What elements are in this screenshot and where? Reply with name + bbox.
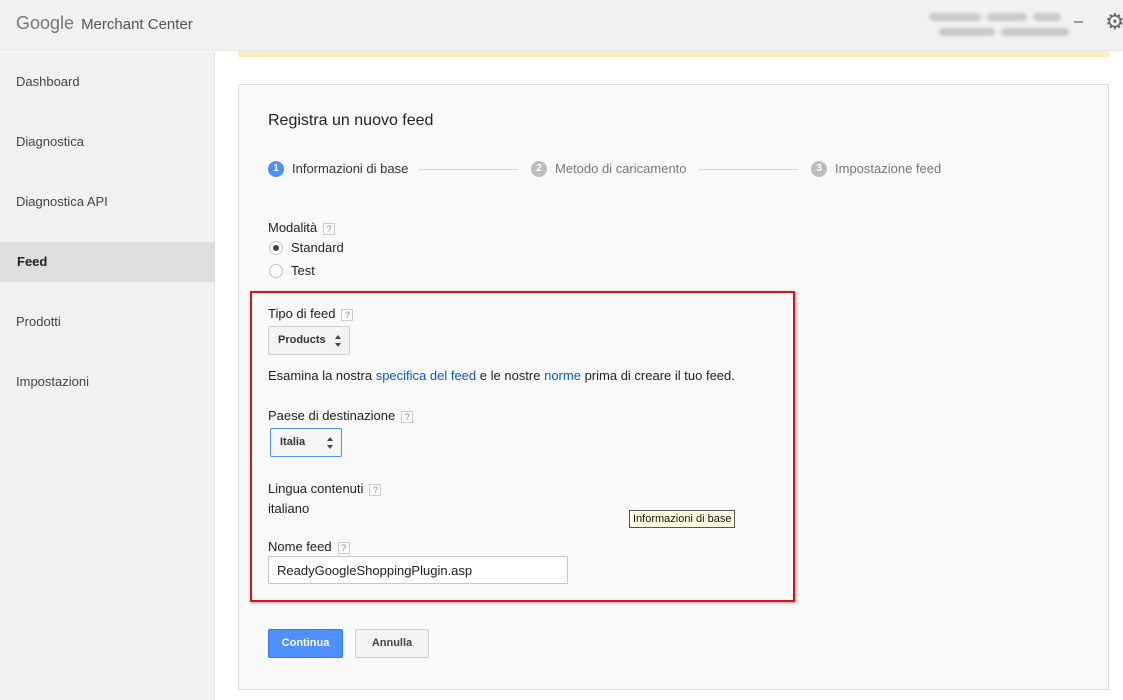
- tooltip: Informazioni di base: [629, 510, 736, 528]
- feed-name-field: Nome feed?: [268, 539, 350, 554]
- content-language-label: Lingua contenuti: [268, 481, 364, 496]
- target-country-field: Paese di destinazione?: [268, 408, 414, 423]
- radio-button-standard[interactable]: [269, 240, 283, 255]
- target-country-select[interactable]: Italia: [270, 428, 342, 457]
- account-switcher[interactable]: [925, 11, 1075, 41]
- policies-link[interactable]: norme: [544, 368, 581, 383]
- mode-label: Modalità: [268, 220, 318, 235]
- page-title: Registra un nuovo feed: [268, 112, 434, 129]
- sidebar-item-impostazioni[interactable]: Impostazioni: [0, 362, 215, 402]
- content-language-field: Lingua contenuti?: [268, 481, 382, 496]
- logo-product-text: Merchant Center: [81, 16, 193, 33]
- step-label: Metodo di caricamento: [555, 161, 687, 177]
- mode-option-standard[interactable]: Standard: [269, 239, 344, 257]
- sidebar-item-feed[interactable]: Feed: [0, 242, 215, 282]
- step-2: 2 Metodo di caricamento: [531, 160, 687, 178]
- notice-middle: e le nostre: [479, 368, 541, 383]
- help-icon[interactable]: ?: [341, 308, 354, 321]
- step-number: 1: [268, 160, 284, 177]
- feed-spec-notice: Esamina la nostra specifica del feed e l…: [268, 368, 735, 383]
- account-dropdown-icon[interactable]: [1074, 21, 1083, 23]
- step-connector: [699, 169, 798, 170]
- sidebar: Dashboard Diagnostica Diagnostica API Fe…: [0, 52, 215, 700]
- step-label: Informazioni di base: [292, 161, 409, 177]
- cancel-button[interactable]: Annulla: [355, 629, 429, 658]
- content-language-value: italiano: [268, 501, 310, 516]
- merchant-center-logo[interactable]: Google Merchant Center: [16, 13, 193, 34]
- step-3: 3 Impostazione feed: [811, 160, 941, 178]
- feed-type-select[interactable]: Products: [268, 326, 350, 355]
- sidebar-item-diagnostica[interactable]: Diagnostica: [0, 122, 215, 162]
- select-arrows-icon: [327, 437, 334, 449]
- feed-type-label: Tipo di feed: [268, 306, 336, 321]
- continue-button[interactable]: Continua: [268, 629, 343, 658]
- step-label: Impostazione feed: [835, 161, 942, 177]
- help-icon[interactable]: ?: [323, 222, 336, 235]
- radio-label-standard: Standard: [291, 240, 344, 256]
- target-country-value: Italia: [280, 436, 306, 448]
- feed-type-field: Tipo di feed?: [268, 306, 354, 321]
- target-country-label: Paese di destinazione: [268, 408, 396, 423]
- notice-bar: [238, 51, 1109, 57]
- mode-option-test[interactable]: Test: [269, 262, 315, 280]
- step-connector: [419, 169, 518, 170]
- step-number: 3: [811, 160, 827, 177]
- radio-label-test: Test: [291, 263, 315, 279]
- sidebar-item-dashboard[interactable]: Dashboard: [0, 62, 215, 102]
- step-1: 1 Informazioni di base: [268, 160, 408, 178]
- mode-field: Modalità?: [268, 220, 336, 235]
- sidebar-item-prodotti[interactable]: Prodotti: [0, 302, 215, 342]
- help-icon[interactable]: ?: [369, 483, 382, 496]
- help-icon[interactable]: ?: [337, 541, 350, 554]
- select-arrows-icon: [335, 335, 342, 347]
- sidebar-item-diagnostica-api[interactable]: Diagnostica API: [0, 182, 215, 222]
- top-bar: Google Merchant Center ⚙: [0, 0, 1123, 51]
- help-icon[interactable]: ?: [401, 410, 414, 423]
- step-number: 2: [531, 160, 547, 177]
- feed-spec-link[interactable]: specifica del feed: [376, 368, 476, 383]
- feed-name-label: Nome feed: [268, 539, 332, 554]
- gear-icon[interactable]: ⚙: [1105, 11, 1123, 33]
- notice-suffix: prima di creare il tuo feed.: [584, 368, 735, 383]
- radio-button-test[interactable]: [269, 263, 283, 278]
- feed-name-input[interactable]: [268, 556, 568, 584]
- feed-type-value: Products: [278, 334, 326, 346]
- logo-google-text: Google: [16, 13, 75, 33]
- notice-prefix: Esamina la nostra: [268, 368, 373, 383]
